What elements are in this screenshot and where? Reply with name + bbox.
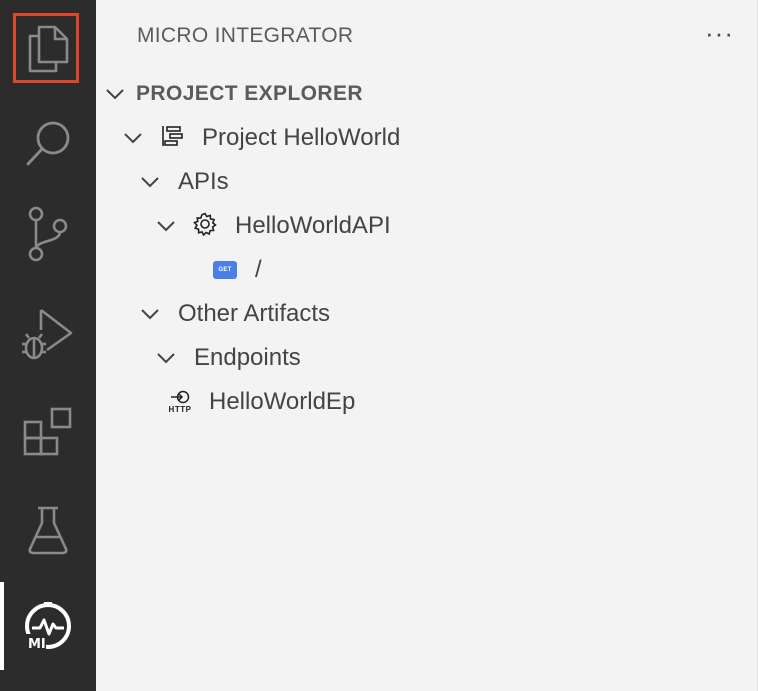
tree-item-endpoints[interactable]: Endpoints (155, 338, 301, 378)
search-icon (22, 118, 74, 170)
beaker-icon (26, 505, 70, 555)
activity-micro-integrator[interactable]: MI (0, 578, 96, 674)
tree-label: Project HelloWorld (202, 124, 401, 151)
source-control-icon (26, 206, 70, 262)
http-label: HTTP (168, 405, 192, 414)
side-panel: MICRO INTEGRATOR ··· PROJECT EXPLORER Pr… (96, 0, 758, 691)
chevron-down-icon (139, 303, 161, 325)
vscode-window: MI MICRO INTEGRATOR ··· PROJECT EXPLORER (0, 0, 758, 691)
activity-bar: MI (0, 0, 96, 691)
tree-label: Other Artifacts (178, 300, 331, 327)
run-debug-icon (21, 306, 75, 362)
mi-logo-icon: MI (22, 600, 74, 652)
mi-logo-text: MI (28, 637, 46, 652)
get-badge-icon: GET (213, 261, 237, 279)
tree-label: HelloWorldAPI (235, 212, 391, 239)
tree-item-get-resource[interactable]: GET / (213, 250, 262, 290)
activity-extensions[interactable] (0, 384, 96, 480)
chevron-down-icon (122, 127, 144, 149)
tree-item-project[interactable]: Project HelloWorld (122, 118, 400, 158)
extensions-icon (22, 406, 74, 458)
tree-label: / (255, 256, 262, 283)
section-header-project-explorer[interactable]: PROJECT EXPLORER (104, 78, 363, 110)
chevron-down-icon (155, 347, 177, 369)
selection-highlight (13, 13, 79, 83)
activity-search[interactable] (0, 96, 96, 192)
project-icon (160, 124, 184, 153)
tree-label: APIs (178, 168, 229, 195)
activity-run-debug[interactable] (0, 286, 96, 382)
activity-explorer[interactable] (0, 0, 96, 96)
tree-label: Endpoints (194, 344, 301, 371)
activity-source-control[interactable] (0, 186, 96, 282)
panel-title: MICRO INTEGRATOR (137, 24, 354, 47)
tree-item-other-artifacts[interactable]: Other Artifacts (139, 294, 330, 334)
chevron-down-icon (139, 171, 161, 193)
section-label: PROJECT EXPLORER (136, 82, 363, 105)
chevron-down-icon (104, 83, 126, 105)
tree-item-helloworldapi[interactable]: HelloWorldAPI (155, 206, 391, 246)
gear-icon (193, 212, 217, 241)
more-actions-icon[interactable]: ··· (705, 20, 735, 46)
tree-item-helloworldep[interactable]: HTTP HelloWorldEp (166, 382, 356, 422)
chevron-down-icon (155, 215, 177, 237)
tree-label: HelloWorldEp (209, 388, 356, 415)
http-endpoint-icon: HTTP (166, 387, 194, 417)
tree-item-apis[interactable]: APIs (139, 162, 229, 202)
activity-testing[interactable] (0, 482, 96, 578)
